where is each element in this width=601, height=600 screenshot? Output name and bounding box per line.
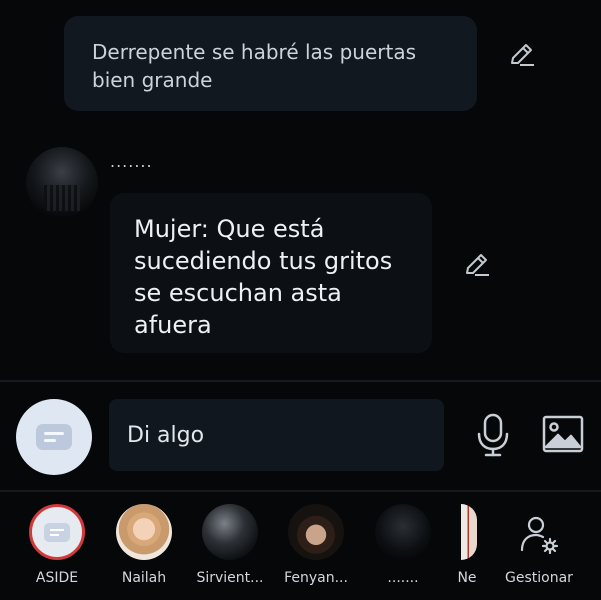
tab-gestionar[interactable]: Gestionar: [499, 492, 579, 600]
composer: Di algo: [0, 382, 601, 490]
character-tab-bar: ASIDE Nailah Sirvient... Fenyan... .....…: [0, 492, 601, 600]
character-name: .......: [110, 152, 153, 171]
avatar: [116, 504, 172, 560]
manage-users-icon: [519, 514, 559, 555]
microphone-icon[interactable]: [473, 412, 513, 458]
tab-aside[interactable]: ASIDE: [17, 492, 97, 600]
aside-button[interactable]: [16, 399, 92, 475]
tab-fenyan[interactable]: Fenyan...: [276, 492, 356, 600]
aside-icon: [36, 424, 72, 450]
chat-thread: Derrepente se habré las puertas bien gra…: [0, 0, 601, 380]
message-input-placeholder: Di algo: [127, 422, 205, 448]
avatar: [375, 504, 431, 560]
character-message-bubble[interactable]: Mujer: Que está sucediendo tus gritos se…: [110, 193, 432, 353]
user-message-text: Derrepente se habré las puertas bien gra…: [92, 40, 417, 92]
edit-icon[interactable]: [508, 41, 536, 69]
avatar: [202, 504, 258, 560]
tab-label: Fenyan...: [284, 570, 348, 586]
tab-label: Ne: [457, 570, 477, 586]
tab-nailah[interactable]: Nailah: [104, 492, 184, 600]
tab-ne[interactable]: Ne: [427, 492, 507, 600]
tab-sirvienta[interactable]: Sirvient...: [190, 492, 270, 600]
tab-label: ASIDE: [35, 570, 79, 586]
tab-label: Nailah: [121, 570, 167, 586]
message-input[interactable]: Di algo: [109, 399, 444, 471]
edit-icon[interactable]: [463, 251, 491, 279]
character-avatar[interactable]: [26, 147, 98, 219]
avatar: [288, 504, 344, 560]
tab-label: Sirvient...: [196, 570, 264, 586]
aside-avatar: [29, 504, 85, 560]
character-message-text: Mujer: Que está sucediendo tus gritos se…: [134, 215, 393, 339]
tab-label: Gestionar: [505, 570, 573, 586]
avatar: [461, 504, 477, 560]
user-message-bubble[interactable]: Derrepente se habré las puertas bien gra…: [64, 16, 477, 111]
image-icon[interactable]: [541, 414, 585, 454]
